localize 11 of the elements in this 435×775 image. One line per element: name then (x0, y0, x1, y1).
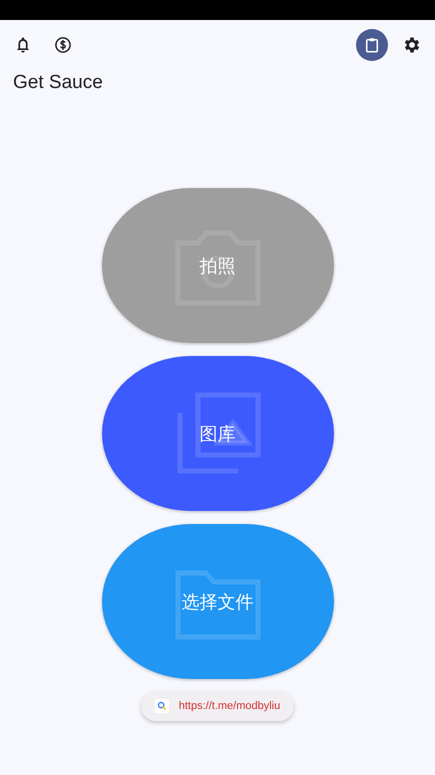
gallery-button[interactable]: 图库 (102, 356, 334, 511)
link-url[interactable]: https://t.me/modbyliu (178, 700, 280, 712)
clipboard-button[interactable] (356, 29, 388, 61)
link-chip[interactable]: https://t.me/modbyliu (140, 691, 294, 721)
app-title: Get Sauce (12, 71, 104, 94)
settings-icon[interactable] (402, 35, 422, 55)
folder-button[interactable]: 选择文件 (102, 524, 334, 679)
camera-button[interactable]: 拍照 (102, 188, 334, 343)
clipboard-icon (363, 36, 381, 54)
dollar-icon[interactable] (53, 35, 73, 55)
search-icon (154, 699, 169, 713)
